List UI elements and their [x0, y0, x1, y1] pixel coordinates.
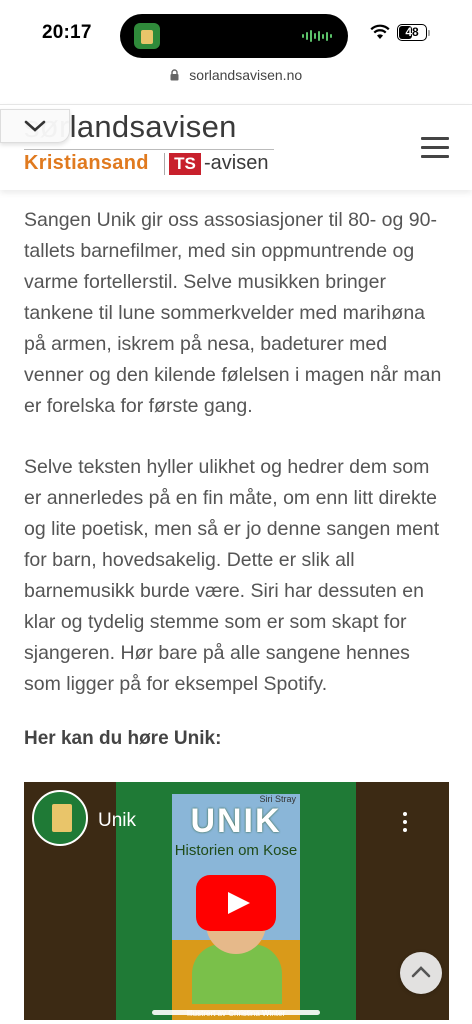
scroll-to-top-button[interactable] [400, 952, 442, 994]
status-bar: 20:17 48 [0, 0, 472, 66]
audio-waveform-icon [302, 29, 332, 43]
chevron-down-icon [24, 120, 46, 132]
logo-avisen: -avisen [204, 152, 269, 174]
url-text: sorlandsavisen.no [189, 66, 303, 83]
play-button-icon[interactable] [196, 875, 276, 931]
channel-avatar[interactable] [32, 790, 88, 846]
now-playing-artwork-icon [134, 23, 160, 49]
article-body: Sangen Unik gir oss assosiasjoner til 80… [24, 205, 449, 750]
chevron-up-icon [411, 966, 431, 978]
battery-icon: 48 [397, 24, 427, 41]
article-paragraph: Sangen Unik gir oss assosiasjoner til 80… [24, 209, 442, 417]
site-header: sørlandsavisen Kristiansand TS -avisen [0, 104, 472, 190]
battery-level: 48 [405, 25, 419, 39]
youtube-video-embed[interactable]: Siri Stray UNIK Historien om Kose Illust… [24, 782, 449, 1020]
address-bar[interactable]: sorlandsavisen.no [0, 66, 472, 106]
logo-ts-badge: TS [169, 153, 201, 175]
collapse-toolbar-button[interactable] [0, 109, 70, 143]
wifi-icon [370, 24, 390, 39]
hamburger-menu-icon[interactable] [421, 137, 449, 159]
cover-title: UNIK [190, 802, 282, 840]
dynamic-island[interactable] [120, 14, 348, 58]
video-title[interactable]: Unik [98, 810, 136, 832]
article-paragraph: Selve teksten hyller ulikhet og hedrer d… [24, 456, 440, 695]
lock-icon [170, 69, 179, 81]
status-time: 20:17 [42, 22, 92, 43]
logo-kristiansand: Kristiansand [24, 152, 149, 174]
cover-subtitle: Historien om Kose [174, 842, 298, 859]
home-indicator[interactable] [152, 1010, 320, 1015]
article-subheading: Her kan du høre Unik: [24, 728, 222, 749]
more-options-icon[interactable] [403, 812, 407, 836]
